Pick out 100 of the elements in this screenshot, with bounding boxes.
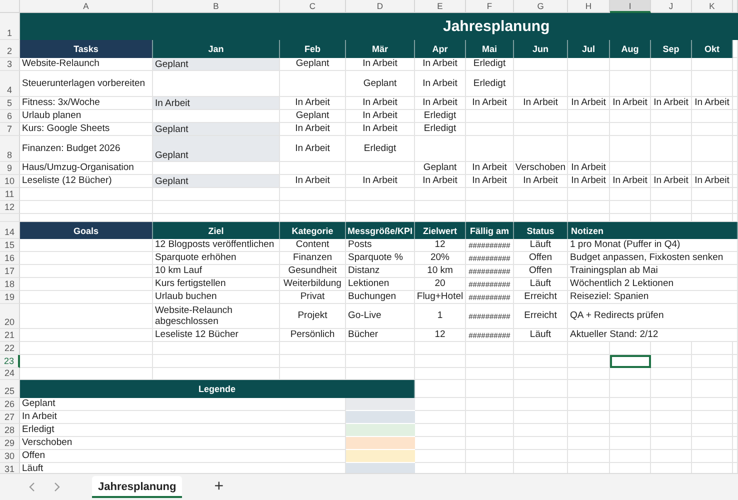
- table-cell: [415, 411, 466, 424]
- table-cell: Erledigt: [466, 58, 514, 71]
- select-all-corner[interactable]: [0, 0, 20, 13]
- table-cell: Budget anpassen, Fixkosten senken: [568, 252, 738, 265]
- table-cell: [651, 188, 692, 201]
- table-cell: [415, 437, 466, 450]
- sheet-tab[interactable]: Jahresplanung: [92, 476, 182, 498]
- table-cell: [415, 424, 466, 437]
- table-cell: In Arbeit: [415, 97, 466, 110]
- table-cell: [651, 201, 692, 214]
- legend-label: Erledigt: [20, 424, 346, 437]
- table-cell: [466, 398, 514, 411]
- table-cell: [568, 110, 610, 123]
- column-header[interactable]: A: [20, 0, 153, 13]
- row-number: 16: [0, 252, 20, 265]
- table-cell: In Arbeit: [692, 175, 733, 188]
- table-cell: Reiseziel: Spanien: [568, 291, 738, 304]
- column-header[interactable]: B: [153, 0, 280, 13]
- table-cell: [466, 437, 514, 450]
- table-cell: Aktueller Stand: 2/12: [568, 329, 738, 342]
- column-header[interactable]: G: [514, 0, 568, 13]
- column-header[interactable]: E: [415, 0, 466, 13]
- table-cell: [651, 342, 692, 355]
- table-cell: In Arbeit: [568, 97, 610, 110]
- chevron-left-icon[interactable]: [28, 482, 36, 492]
- table-cell: [692, 355, 733, 368]
- table-cell: [692, 380, 733, 398]
- row-number: 15: [0, 239, 20, 252]
- table-cell: [568, 450, 610, 463]
- table-cell: Geplant: [153, 175, 280, 188]
- table-cell: [610, 398, 651, 411]
- table-cell: [610, 201, 651, 214]
- column-heading: Jan: [153, 40, 280, 58]
- table-cell: [610, 450, 651, 463]
- table-cell: In Arbeit: [610, 175, 651, 188]
- chevron-right-icon[interactable]: [53, 482, 61, 492]
- row-number: 24: [0, 368, 20, 380]
- table-cell: Trainingsplan ab Mai: [568, 265, 738, 278]
- table-cell: [568, 58, 610, 71]
- row-number: 3: [0, 58, 20, 71]
- table-cell: [415, 380, 466, 398]
- column-heading: Jul: [568, 40, 610, 58]
- table-cell: [415, 136, 466, 162]
- table-cell: In Arbeit: [514, 97, 568, 110]
- table-cell: QA + Redirects prüfen: [568, 304, 738, 329]
- table-cell: 1 pro Monat (Puffer in Q4): [568, 239, 738, 252]
- table-cell: In Arbeit: [280, 97, 346, 110]
- column-heading: Kategorie: [280, 222, 346, 239]
- table-cell: Leseliste (12 Bücher): [20, 175, 153, 188]
- table-cell: Finanzen: [280, 252, 346, 265]
- table-cell: 20%: [415, 252, 466, 265]
- table-cell: 10 km Lauf: [153, 265, 280, 278]
- column-header[interactable]: H: [568, 0, 610, 13]
- table-cell: [280, 188, 346, 201]
- table-cell: In Arbeit: [692, 97, 733, 110]
- add-sheet-button[interactable]: +: [210, 478, 228, 496]
- table-cell: In Arbeit: [415, 58, 466, 71]
- table-cell: In Arbeit: [466, 175, 514, 188]
- table-cell: Flug+Hotel: [415, 291, 466, 304]
- table-cell: In Arbeit: [568, 162, 610, 175]
- table-cell: [651, 110, 692, 123]
- table-cell: [568, 136, 610, 162]
- column-header[interactable]: C: [280, 0, 346, 13]
- row-number: 7: [0, 123, 20, 136]
- table-cell: Persönlich: [280, 329, 346, 342]
- table-cell: [568, 380, 610, 398]
- table-cell: Kurs: Google Sheets: [20, 123, 153, 136]
- table-cell: In Arbeit: [280, 136, 346, 162]
- table-cell: [610, 342, 651, 355]
- row-number: 26: [0, 398, 20, 411]
- table-cell: [466, 342, 514, 355]
- table-cell: In Arbeit: [280, 123, 346, 136]
- table-cell: [568, 188, 610, 201]
- table-cell: [466, 110, 514, 123]
- table-cell: [651, 136, 692, 162]
- row-number: 4: [0, 71, 20, 97]
- row-number: 12: [0, 201, 20, 214]
- table-cell: [514, 398, 568, 411]
- column-header[interactable]: K: [692, 0, 733, 13]
- table-cell: [692, 188, 733, 201]
- table-cell: [346, 355, 415, 368]
- column-header[interactable]: [733, 0, 738, 13]
- selected-cell[interactable]: [610, 355, 651, 368]
- table-cell: [514, 437, 568, 450]
- table-cell: Läuft: [514, 329, 568, 342]
- column-header[interactable]: F: [466, 0, 514, 13]
- table-cell: Lektionen: [346, 278, 415, 291]
- table-cell: [415, 368, 466, 380]
- column-header[interactable]: I: [610, 0, 651, 13]
- table-cell: [466, 123, 514, 136]
- table-cell: [692, 58, 733, 71]
- table-cell: Läuft: [514, 239, 568, 252]
- table-cell: [651, 58, 692, 71]
- column-header[interactable]: J: [651, 0, 692, 13]
- row-number: 18: [0, 278, 20, 291]
- column-heading: Mai: [466, 40, 514, 58]
- table-cell: [568, 437, 610, 450]
- table-cell: [415, 188, 466, 201]
- column-header[interactable]: D: [346, 0, 415, 13]
- table-cell: [651, 424, 692, 437]
